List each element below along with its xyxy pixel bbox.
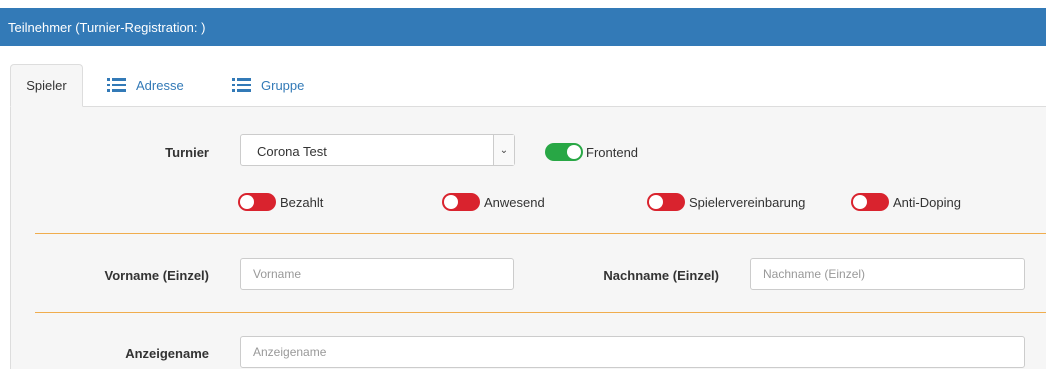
list-icon	[232, 78, 251, 92]
frontend-toggle[interactable]	[545, 143, 583, 161]
bezahlt-label: Bezahlt	[280, 195, 324, 210]
tab-adresse-label: Adresse	[136, 77, 184, 93]
vorname-label: Vorname (Einzel)	[104, 268, 209, 283]
window-header: Teilnehmer (Turnier-Registration: )	[0, 8, 1046, 46]
bezahlt-toggle[interactable]	[238, 193, 276, 211]
tab-adresse[interactable]: Adresse	[107, 64, 184, 106]
header-title: Teilnehmer (Turnier-Registration: )	[8, 20, 206, 35]
list-icon	[107, 78, 126, 92]
turnier-select-value: Corona Test	[257, 144, 327, 159]
section-divider	[35, 312, 1046, 313]
anzeigename-input[interactable]	[240, 336, 1025, 368]
spielervereinbarung-label: Spielervereinbarung	[689, 195, 806, 210]
anti-doping-label: Anti-Doping	[893, 195, 961, 210]
turnier-select[interactable]: Corona Test ⌄	[240, 134, 515, 166]
nachname-input[interactable]	[750, 258, 1025, 290]
tab-spieler[interactable]: Spieler	[10, 64, 83, 107]
chevron-down-icon[interactable]: ⌄	[493, 135, 514, 165]
nachname-label: Nachname (Einzel)	[603, 268, 719, 283]
tab-gruppe[interactable]: Gruppe	[232, 64, 304, 106]
vorname-input[interactable]	[240, 258, 514, 290]
tab-gruppe-label: Gruppe	[261, 77, 305, 93]
anwesend-label: Anwesend	[484, 195, 545, 210]
frontend-label: Frontend	[586, 145, 639, 160]
spielervereinbarung-toggle[interactable]	[647, 193, 685, 211]
anwesend-toggle[interactable]	[442, 193, 480, 211]
tab-spieler-label: Spieler	[26, 78, 67, 93]
turnier-label: Turnier	[165, 145, 209, 160]
anti-doping-toggle[interactable]	[851, 193, 889, 211]
anzeigename-label: Anzeigename	[125, 346, 209, 361]
section-divider	[35, 233, 1046, 234]
